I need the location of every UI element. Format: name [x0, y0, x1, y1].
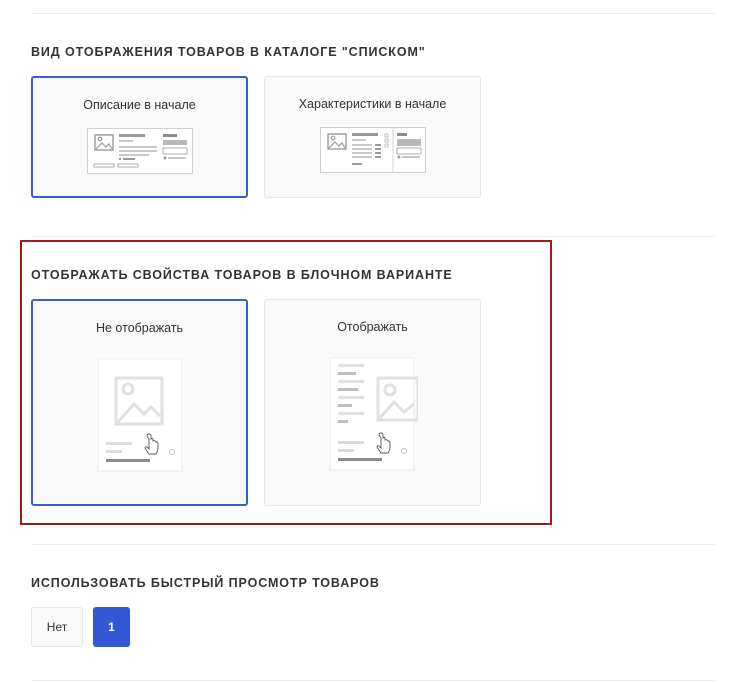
block-layout-props-thumb: [329, 357, 418, 471]
divider-2: [31, 544, 715, 545]
section-title-list-view: ВИД ОТОБРАЖЕНИЯ ТОВАРОВ В КАТАЛОГЕ "СПИС…: [31, 45, 426, 59]
list-layout-description-thumb: [87, 128, 193, 174]
divider-bottom: [31, 680, 715, 681]
option-display[interactable]: Отображать: [264, 299, 481, 506]
option-label: Описание в начале: [83, 98, 196, 112]
option-do-not-display[interactable]: Не отображать: [31, 299, 248, 506]
list-layout-characteristics-thumb: [320, 127, 426, 173]
option-label: Характеристики в начале: [298, 97, 447, 111]
divider-1: [31, 236, 715, 237]
divider-top: [31, 13, 715, 14]
block-layout-no-props-thumb: [97, 358, 183, 472]
option-description-first[interactable]: Описание в начале: [31, 76, 248, 198]
quick-view-1-button[interactable]: 1: [93, 607, 130, 647]
quick-view-no-button[interactable]: Нет: [31, 607, 83, 647]
option-label: Не отображать: [95, 321, 183, 335]
option-characteristics-first[interactable]: Характеристики в начале: [264, 76, 481, 198]
section-title-block-properties: ОТОБРАЖАТЬ СВОЙСТВА ТОВАРОВ В БЛОЧНОМ ВА…: [31, 268, 453, 282]
option-label: Отображать: [337, 320, 408, 334]
section-title-quick-view: ИСПОЛЬЗОВАТЬ БЫСТРЫЙ ПРОСМОТР ТОВАРОВ: [31, 576, 380, 590]
